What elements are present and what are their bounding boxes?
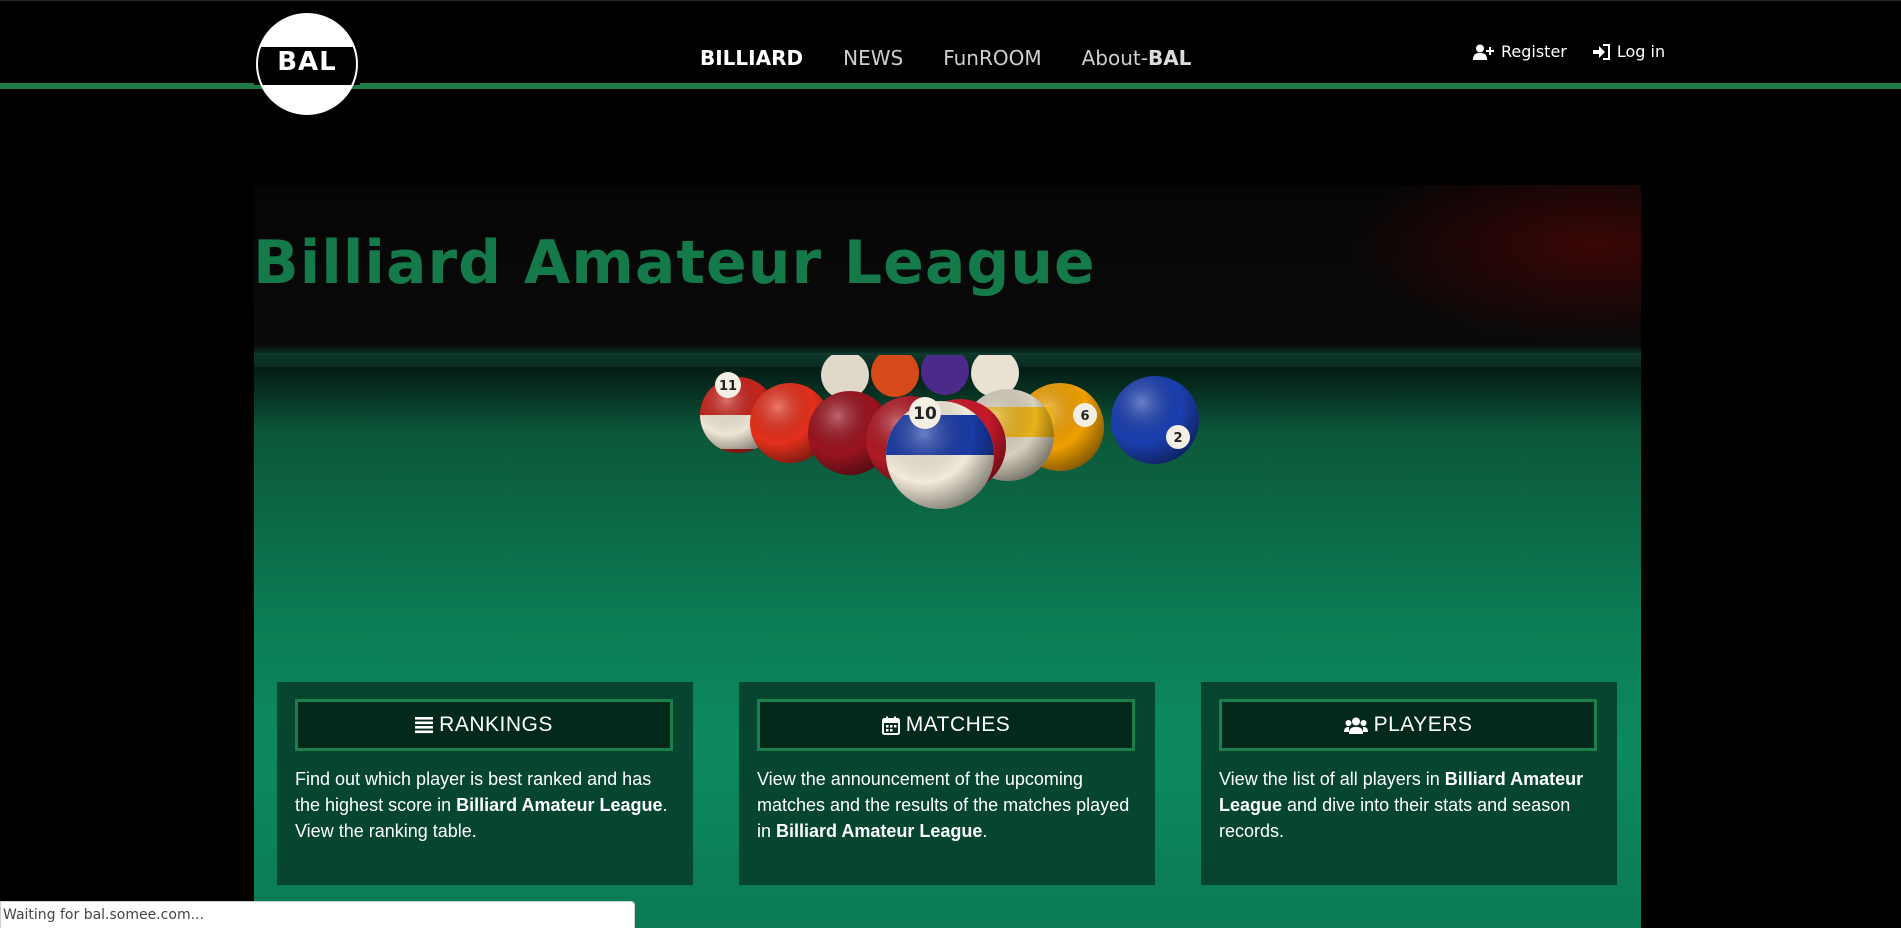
nav-about-strong: BAL [1147, 46, 1192, 70]
brand-logo[interactable]: BAL [254, 7, 360, 117]
billiard-balls-image: 11 6 2 10 [700, 355, 1199, 509]
matches-text-period: . [982, 821, 988, 841]
rankings-text-2: View the ranking table. [295, 821, 477, 841]
rankings-text-period: . [662, 795, 668, 815]
players-text-1: View the list of all players in [1219, 769, 1445, 789]
users-icon [1343, 717, 1368, 734]
rankings-description: Find out which player is best ranked and… [295, 766, 680, 844]
browser-status-bar: Waiting for bal.somee.com... [0, 901, 635, 928]
list-icon [415, 717, 434, 734]
nav-billiard[interactable]: BILLIARD [700, 46, 803, 70]
logo-text: BAL [277, 47, 337, 77]
matches-text-league: Billiard Amateur League [776, 821, 983, 841]
nav-about-prefix: About- [1081, 46, 1148, 70]
calendar-icon [881, 716, 900, 735]
sign-in-icon [1592, 43, 1610, 60]
top-navbar: BAL BILLIARD NEWS FunROOM About-BAL Regi… [0, 0, 1901, 115]
matches-card: MATCHES View the announcement of the upc… [739, 682, 1155, 885]
ball-2-number: 2 [1173, 431, 1182, 446]
matches-description: View the announcement of the upcoming ma… [757, 766, 1142, 844]
nav-about-bal[interactable]: About-BAL [1082, 46, 1192, 70]
ball-10-number: 10 [913, 404, 937, 424]
rankings-card: RANKINGS Find out which player is best r… [277, 682, 693, 885]
ball-6-number: 6 [1080, 409, 1089, 424]
matches-title: MATCHES [905, 713, 1011, 736]
matches-button[interactable]: MATCHES [757, 699, 1135, 751]
auth-links: Register Log in [1473, 42, 1665, 61]
nav-news[interactable]: NEWS [843, 46, 903, 70]
login-label: Log in [1616, 42, 1666, 61]
rankings-text-league: Billiard Amateur League [456, 795, 663, 815]
rankings-button[interactable]: RANKINGS [295, 699, 673, 751]
players-card: PLAYERS View the list of all players in … [1201, 682, 1617, 885]
players-title: PLAYERS [1373, 713, 1473, 736]
players-description: View the list of all players in Billiard… [1219, 766, 1604, 844]
register-link[interactable]: Register [1473, 42, 1567, 61]
login-link[interactable]: Log in [1592, 42, 1666, 61]
players-button[interactable]: PLAYERS [1219, 699, 1597, 751]
register-label: Register [1501, 42, 1567, 61]
hero-title: Billiard Amateur League [253, 228, 1096, 298]
nav-funroom[interactable]: FunROOM [943, 46, 1041, 70]
rankings-title: RANKINGS [439, 713, 553, 736]
ball-11-number: 11 [719, 379, 737, 394]
user-plus-icon [1473, 44, 1494, 60]
main-nav: BILLIARD NEWS FunROOM About-BAL [700, 43, 1191, 73]
